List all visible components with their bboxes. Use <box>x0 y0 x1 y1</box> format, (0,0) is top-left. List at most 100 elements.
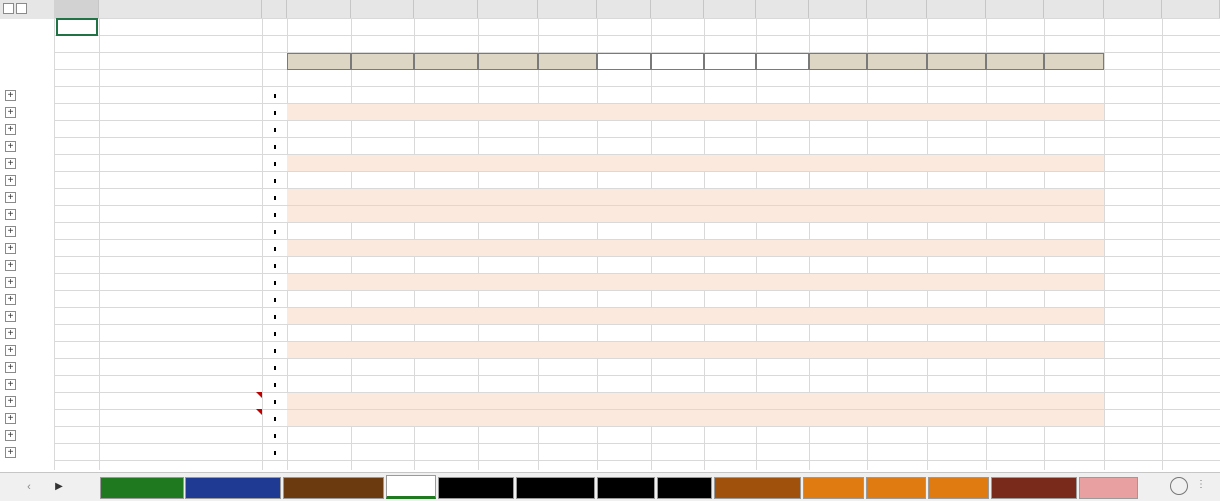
value-cell[interactable] <box>478 342 538 358</box>
expand-row-group-icon[interactable]: + <box>5 362 16 373</box>
value-cell[interactable] <box>986 410 1044 426</box>
value-cell[interactable] <box>1104 393 1162 409</box>
value-cell[interactable] <box>927 444 986 460</box>
value-cell[interactable] <box>986 138 1044 154</box>
value-cell[interactable] <box>538 257 597 273</box>
value-cell[interactable] <box>651 155 704 171</box>
spreadsheet-grid[interactable]: + + + + + + + + + + + + + + + + + + + + + + <box>0 0 1220 470</box>
value-cell[interactable] <box>478 410 538 426</box>
period-header[interactable] <box>287 53 351 70</box>
value-cell[interactable] <box>704 410 756 426</box>
expand-row-group-icon[interactable]: + <box>5 379 16 390</box>
value-cell[interactable] <box>809 325 867 341</box>
value-cell[interactable] <box>867 274 927 290</box>
value-cell[interactable] <box>1104 257 1162 273</box>
value-cell[interactable] <box>597 342 651 358</box>
value-cell[interactable] <box>809 87 867 103</box>
value-cell[interactable] <box>1162 291 1220 307</box>
value-cell[interactable] <box>867 121 927 137</box>
value-cell[interactable] <box>756 121 809 137</box>
sheet-tab[interactable] <box>803 477 864 499</box>
value-cell[interactable] <box>1044 274 1104 290</box>
value-cell[interactable] <box>651 274 704 290</box>
value-cell[interactable] <box>651 87 704 103</box>
value-cell[interactable] <box>351 444 414 460</box>
value-cell[interactable] <box>927 410 986 426</box>
value-cell[interactable] <box>287 359 351 375</box>
value-cell[interactable] <box>756 87 809 103</box>
value-cell[interactable] <box>867 325 927 341</box>
row-number[interactable] <box>24 308 54 325</box>
value-cell[interactable] <box>597 206 651 222</box>
column-header[interactable] <box>704 0 756 19</box>
column-header[interactable] <box>1162 0 1220 19</box>
value-cell[interactable] <box>651 308 704 324</box>
value-cell[interactable] <box>538 325 597 341</box>
value-cell[interactable] <box>1104 444 1162 460</box>
column-header[interactable] <box>262 0 287 19</box>
value-cell[interactable] <box>1044 138 1104 154</box>
value-cell[interactable] <box>927 325 986 341</box>
value-cell[interactable] <box>351 342 414 358</box>
value-cell[interactable] <box>538 104 597 120</box>
value-cell[interactable] <box>809 427 867 443</box>
value-cell[interactable] <box>1044 155 1104 171</box>
value-cell[interactable] <box>756 325 809 341</box>
value-cell[interactable] <box>756 410 809 426</box>
value-cell[interactable] <box>704 121 756 137</box>
value-cell[interactable] <box>597 155 651 171</box>
value-cell[interactable] <box>351 308 414 324</box>
value-cell[interactable] <box>287 342 351 358</box>
value-cell[interactable] <box>651 240 704 256</box>
value-cell[interactable] <box>478 155 538 171</box>
period-header[interactable] <box>867 53 927 70</box>
value-cell[interactable] <box>867 189 927 205</box>
value-cell[interactable] <box>1044 376 1104 392</box>
value-cell[interactable] <box>1104 376 1162 392</box>
value-cell[interactable] <box>1104 342 1162 358</box>
value-cell[interactable] <box>704 427 756 443</box>
value-cell[interactable] <box>704 393 756 409</box>
expand-row-group-icon[interactable]: + <box>5 294 16 305</box>
value-cell[interactable] <box>986 325 1044 341</box>
value-cell[interactable] <box>287 291 351 307</box>
value-cell[interactable] <box>756 223 809 239</box>
value-cell[interactable] <box>538 189 597 205</box>
value-cell[interactable] <box>927 376 986 392</box>
value-cell[interactable] <box>651 104 704 120</box>
value-cell[interactable] <box>478 444 538 460</box>
value-cell[interactable] <box>1044 172 1104 188</box>
value-cell[interactable] <box>478 240 538 256</box>
value-cell[interactable] <box>986 444 1044 460</box>
expand-row-group-icon[interactable]: + <box>5 90 16 101</box>
value-cell[interactable] <box>1044 359 1104 375</box>
period-header[interactable] <box>478 53 538 70</box>
row-number[interactable] <box>24 70 54 87</box>
value-cell[interactable] <box>287 87 351 103</box>
value-cell[interactable] <box>351 359 414 375</box>
row-number[interactable] <box>24 189 54 206</box>
value-cell[interactable] <box>597 376 651 392</box>
value-cell[interactable] <box>1104 427 1162 443</box>
value-cell[interactable] <box>704 325 756 341</box>
value-cell[interactable] <box>1162 172 1220 188</box>
value-cell[interactable] <box>538 87 597 103</box>
value-cell[interactable] <box>651 342 704 358</box>
value-cell[interactable] <box>809 121 867 137</box>
value-cell[interactable] <box>1162 444 1220 460</box>
value-cell[interactable] <box>651 359 704 375</box>
value-cell[interactable] <box>414 291 478 307</box>
value-cell[interactable] <box>1162 427 1220 443</box>
value-cell[interactable] <box>538 359 597 375</box>
value-cell[interactable] <box>704 223 756 239</box>
value-cell[interactable] <box>538 376 597 392</box>
value-cell[interactable] <box>597 359 651 375</box>
value-cell[interactable] <box>478 121 538 137</box>
value-cell[interactable] <box>704 274 756 290</box>
expand-row-group-icon[interactable]: + <box>5 413 16 424</box>
value-cell[interactable] <box>597 172 651 188</box>
value-cell[interactable] <box>287 308 351 324</box>
value-cell[interactable] <box>538 155 597 171</box>
value-cell[interactable] <box>478 359 538 375</box>
value-cell[interactable] <box>986 206 1044 222</box>
